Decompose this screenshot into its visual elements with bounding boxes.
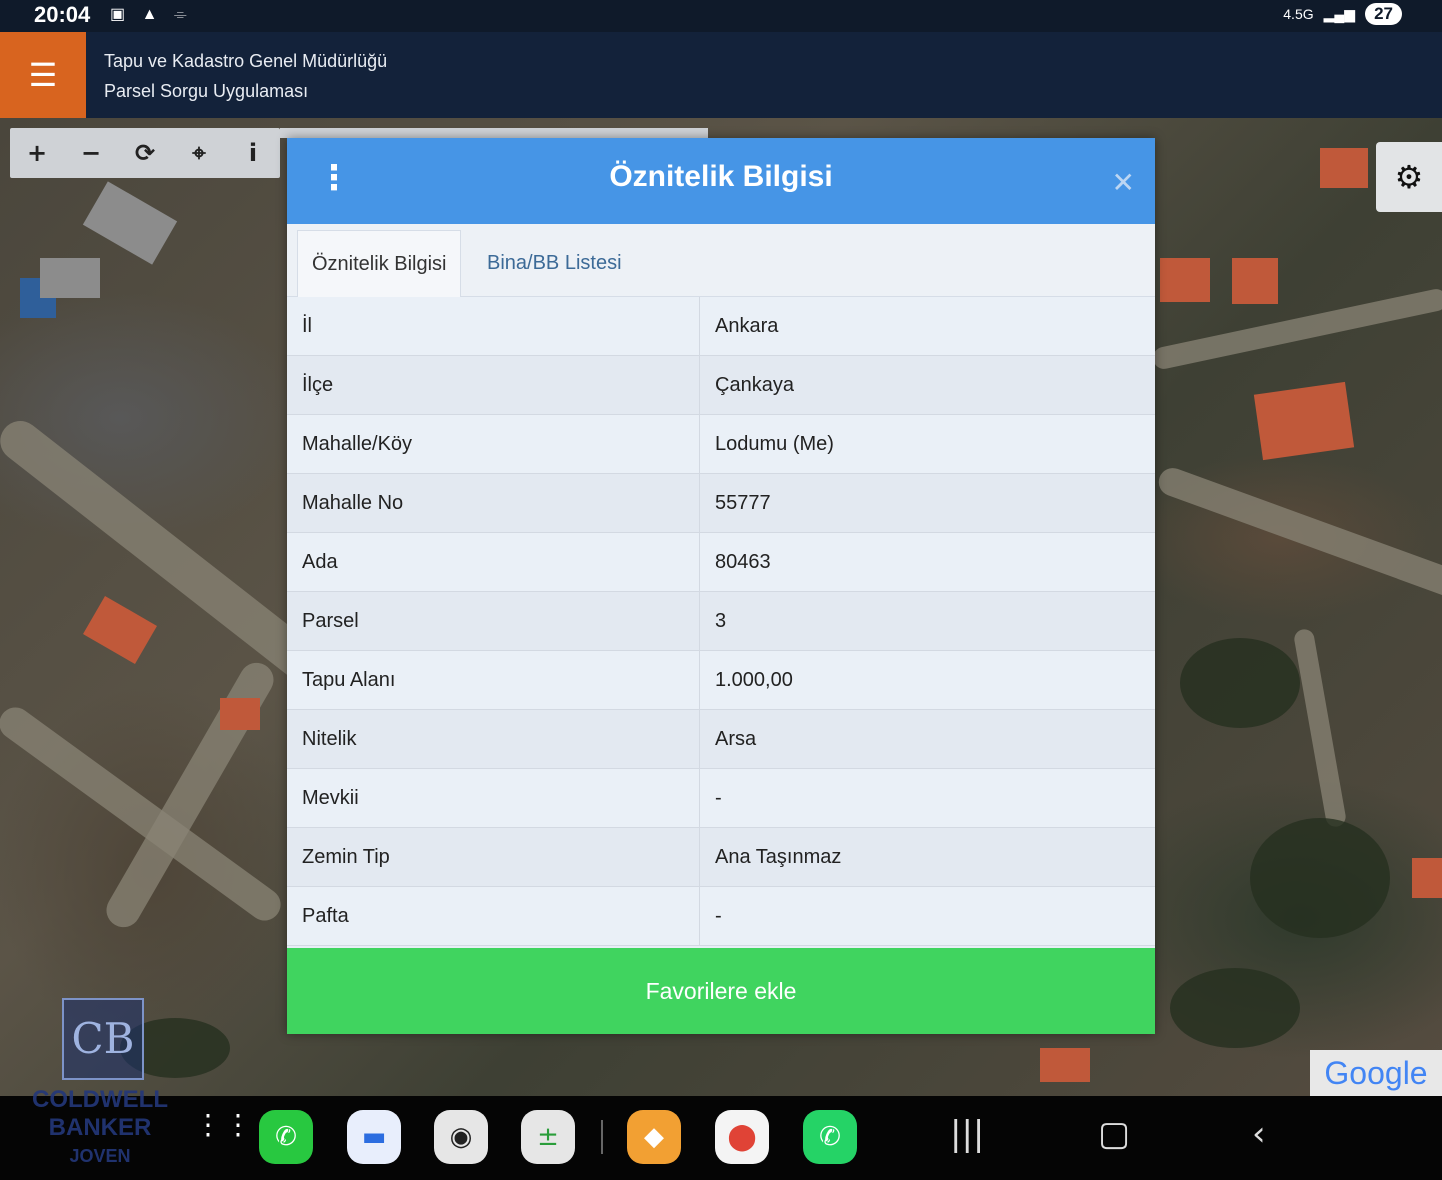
table-row: Tapu Alanı 1.000,00	[287, 650, 1155, 710]
app-title-line1: Tapu ve Kadastro Genel Müdürlüğü	[104, 51, 388, 71]
maps-app-icon[interactable]: ⬤	[715, 1110, 769, 1164]
attribute-value: 3	[699, 591, 1155, 651]
info-button[interactable]: i	[233, 139, 273, 167]
attribute-value: 1.000,00	[699, 650, 1155, 710]
tab-building-list[interactable]: Bina/BB Listesi	[473, 230, 636, 296]
add-favorite-button[interactable]: Favorilere ekle	[287, 948, 1155, 1034]
google-attribution: Google	[1310, 1050, 1442, 1096]
attribute-value: Çankaya	[699, 355, 1155, 415]
map-toolbar: + − ⟳ ⌖ i	[10, 128, 280, 178]
locate-button[interactable]: ⌖	[179, 139, 219, 167]
attribute-key: Tapu Alanı	[287, 650, 700, 710]
camera-app-icon[interactable]: ◉	[434, 1110, 488, 1164]
notification-icons: ▣ ▲ ⌯	[110, 6, 193, 23]
back-icon[interactable]: ‹	[1252, 1114, 1266, 1154]
android-nav-bar: ⋮⋮⋮ ✆ ▬ ◉ ± ◆ ⬤ ✆ ||| ▢ ‹	[0, 1096, 1442, 1180]
dialog-title: Öznitelik Bilgisi	[609, 160, 833, 193]
attribute-value: Ana Taşınmaz	[699, 827, 1155, 887]
table-row: Mahalle/Köy Lodumu (Me)	[287, 414, 1155, 474]
menu-icon: ☰	[28, 56, 58, 94]
table-row: Pafta -	[287, 886, 1155, 946]
attribute-value: 80463	[699, 532, 1155, 592]
attribute-dialog: ⋮ Öznitelik Bilgisi ✕ Öznitelik Bilgisi …	[287, 138, 1155, 1034]
nav-separator	[601, 1120, 603, 1154]
tkgm-app-icon[interactable]: ◆	[627, 1110, 681, 1164]
attribute-table: İl Ankara İlçe Çankaya Mahalle/Köy Lodumu (Me…	[287, 297, 1155, 946]
table-row: Ada 80463	[287, 532, 1155, 592]
attribute-value: -	[699, 768, 1155, 828]
whatsapp-app-icon[interactable]: ✆	[803, 1110, 857, 1164]
attribute-value: 55777	[699, 473, 1155, 533]
settings-button[interactable]: ⚙	[1376, 142, 1442, 212]
attribute-key: Nitelik	[287, 709, 700, 769]
battery-icon: 27	[1365, 3, 1402, 25]
attribute-key: Pafta	[287, 886, 700, 946]
attribute-value: Lodumu (Me)	[699, 414, 1155, 474]
table-row: Mevkii -	[287, 768, 1155, 828]
clock: 20:04	[34, 2, 91, 27]
attribute-key: Parsel	[287, 591, 700, 651]
dialog-tabs: Öznitelik Bilgisi Bina/BB Listesi	[287, 224, 1155, 297]
watermark-line2: BANKER	[48, 1114, 152, 1141]
recent-apps-icon[interactable]: |||	[950, 1114, 984, 1154]
attribute-key: Ada	[287, 532, 700, 592]
home-icon[interactable]: ▢	[1098, 1114, 1130, 1154]
watermark-line3: JOVEN	[69, 1146, 131, 1166]
zoom-out-button[interactable]: −	[71, 139, 111, 167]
table-row: Zemin Tip Ana Taşınmaz	[287, 827, 1155, 887]
table-row: Nitelik Arsa	[287, 709, 1155, 769]
attribute-key: İlçe	[287, 355, 700, 415]
table-row: İlçe Çankaya	[287, 355, 1155, 415]
hamburger-menu-button[interactable]: ☰	[0, 32, 86, 118]
coldwell-banker-watermark: COLDWELL BANKER JOVEN	[30, 1086, 170, 1170]
status-bar: 20:04 ▣ ▲ ⌯ 4.5G ▂▄▆ 27	[0, 0, 1442, 32]
zoom-in-button[interactable]: +	[17, 139, 57, 167]
status-right: 4.5G ▂▄▆ 27	[1283, 3, 1402, 25]
dialog-header: ⋮ Öznitelik Bilgisi ✕	[287, 138, 1155, 224]
gear-icon: ⚙	[1394, 158, 1424, 196]
coldwell-banker-logo: CB	[62, 998, 144, 1080]
attribute-key: Mahalle/Köy	[287, 414, 700, 474]
attribute-key: Mevkii	[287, 768, 700, 828]
attribute-key: İl	[287, 297, 700, 356]
attribute-value: -	[699, 886, 1155, 946]
network-type: 4.5G	[1283, 6, 1314, 22]
attribute-key: Mahalle No	[287, 473, 700, 533]
signal-icon: ▂▄▆	[1323, 5, 1356, 22]
toolbar-extension	[280, 128, 708, 138]
attribute-value: Arsa	[699, 709, 1155, 769]
phone-app-icon[interactable]: ✆	[259, 1110, 313, 1164]
attribute-value: Ankara	[699, 297, 1155, 356]
app-title: Tapu ve Kadastro Genel Müdürlüğü Parsel …	[104, 46, 387, 106]
attribute-key: Zemin Tip	[287, 827, 700, 887]
close-icon[interactable]: ✕	[1112, 166, 1135, 199]
refresh-button[interactable]: ⟳	[125, 139, 165, 167]
tab-attributes[interactable]: Öznitelik Bilgisi	[297, 230, 462, 297]
calculator-app-icon[interactable]: ±	[521, 1110, 575, 1164]
watermark-line1: COLDWELL	[32, 1086, 168, 1113]
messages-app-icon[interactable]: ▬	[347, 1110, 401, 1164]
app-title-line2: Parsel Sorgu Uygulaması	[104, 81, 309, 101]
table-row: Mahalle No 55777	[287, 473, 1155, 533]
table-row: İl Ankara	[287, 297, 1155, 356]
app-header: ☰ Tapu ve Kadastro Genel Müdürlüğü Parse…	[0, 32, 1442, 118]
table-row: Parsel 3	[287, 591, 1155, 651]
